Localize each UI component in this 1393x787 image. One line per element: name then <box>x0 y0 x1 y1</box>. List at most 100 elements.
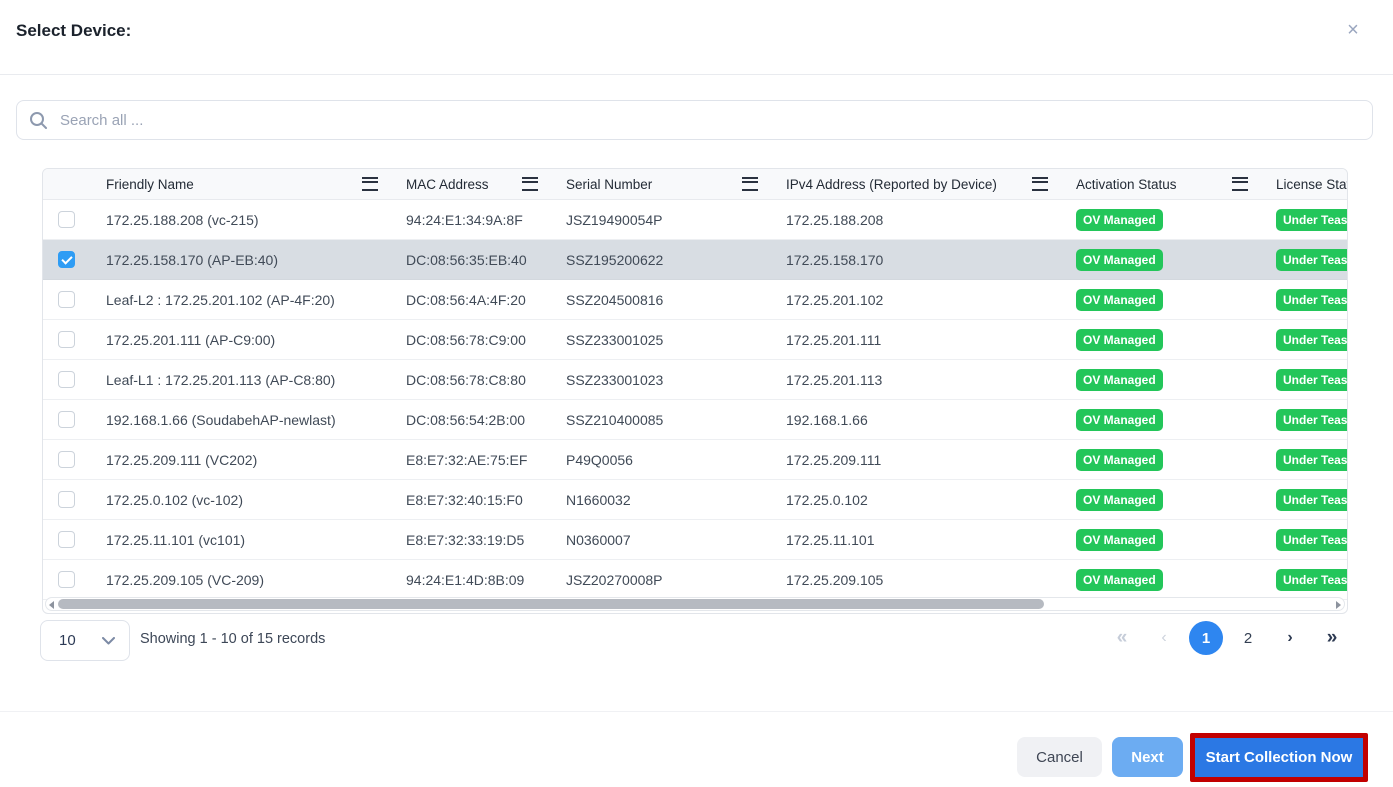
activation-status-badge: OV Managed <box>1076 369 1163 391</box>
pagination-page-2[interactable]: 2 <box>1231 621 1265 655</box>
cell-friendly-name: 172.25.209.111 (VC202) <box>106 452 406 468</box>
cell-ipv4-address: 172.25.0.102 <box>786 492 1076 508</box>
cell-friendly-name: 172.25.188.208 (vc-215) <box>106 212 406 228</box>
header-checkbox-column <box>43 169 106 199</box>
pagination-first-button[interactable]: « <box>1105 621 1139 655</box>
row-checkbox[interactable] <box>58 291 75 308</box>
cell-ipv4-address: 172.25.209.105 <box>786 572 1076 588</box>
row-checkbox[interactable] <box>58 371 75 388</box>
cell-mac-address: DC:08:56:35:EB:40 <box>406 252 566 268</box>
row-checkbox[interactable] <box>58 491 75 508</box>
activation-status-badge: OV Managed <box>1076 569 1163 591</box>
activation-status-badge: OV Managed <box>1076 489 1163 511</box>
license-status-badge: Under Teaser <box>1276 409 1348 431</box>
cell-mac-address: E8:E7:32:40:15:F0 <box>406 492 566 508</box>
cell-serial-number: SSZ233001023 <box>566 372 786 388</box>
row-checkbox[interactable] <box>58 211 75 228</box>
pagination: « ‹ 1 2 › » <box>1105 620 1349 656</box>
license-status-badge: Under Teaser <box>1276 369 1348 391</box>
row-checkbox[interactable] <box>58 331 75 348</box>
table-row[interactable]: Leaf-L1 : 172.25.201.113 (AP-C8:80) DC:0… <box>43 360 1347 400</box>
table-row-selected[interactable]: 172.25.158.170 (AP-EB:40) DC:08:56:35:EB… <box>43 240 1347 280</box>
header-ipv4-address[interactable]: IPv4 Address (Reported by Device) <box>786 169 1076 199</box>
cell-serial-number: P49Q0056 <box>566 452 786 468</box>
table-row[interactable]: 172.25.0.102 (vc-102) E8:E7:32:40:15:F0 … <box>43 480 1347 520</box>
license-status-badge: Under Teaser <box>1276 449 1348 471</box>
search-input[interactable] <box>58 111 1360 130</box>
highlight-annotation-box: Start Collection Now <box>1190 733 1368 782</box>
license-status-badge: Under Teaser <box>1276 529 1348 551</box>
cell-mac-address: 94:24:E1:4D:8B:09 <box>406 572 566 588</box>
cell-serial-number: JSZ19490054P <box>566 212 786 228</box>
header-activation-status[interactable]: Activation Status <box>1076 169 1276 199</box>
table-row[interactable]: 172.25.209.111 (VC202) E8:E7:32:AE:75:EF… <box>43 440 1347 480</box>
row-checkbox[interactable] <box>58 531 75 548</box>
activation-status-badge: OV Managed <box>1076 529 1163 551</box>
scrollbar-thumb[interactable] <box>58 599 1044 609</box>
pagination-next-button[interactable]: › <box>1273 621 1307 655</box>
scroll-right-arrow-icon[interactable] <box>1336 601 1341 609</box>
table-row[interactable]: Leaf-L2 : 172.25.201.102 (AP-4F:20) DC:0… <box>43 280 1347 320</box>
start-collection-now-button[interactable]: Start Collection Now <box>1195 738 1363 777</box>
dialog-header: Select Device: × <box>0 0 1393 75</box>
header-friendly-name[interactable]: Friendly Name <box>106 169 406 199</box>
cell-ipv4-address: 172.25.188.208 <box>786 212 1076 228</box>
records-summary: Showing 1 - 10 of 15 records <box>140 631 325 647</box>
cell-serial-number: SSZ204500816 <box>566 292 786 308</box>
cancel-button[interactable]: Cancel <box>1017 737 1102 777</box>
cell-serial-number: SSZ233001025 <box>566 332 786 348</box>
cell-ipv4-address: 192.168.1.66 <box>786 412 1076 428</box>
cell-friendly-name: 172.25.11.101 (vc101) <box>106 532 406 548</box>
cell-friendly-name: 172.25.158.170 (AP-EB:40) <box>106 252 406 268</box>
header-serial-number[interactable]: Serial Number <box>566 169 786 199</box>
cell-serial-number: SSZ195200622 <box>566 252 786 268</box>
page-size-select[interactable]: 10 <box>40 620 130 661</box>
row-checkbox[interactable] <box>58 571 75 588</box>
column-menu-icon[interactable] <box>1032 177 1048 191</box>
activation-status-badge: OV Managed <box>1076 289 1163 311</box>
cell-ipv4-address: 172.25.11.101 <box>786 532 1076 548</box>
license-status-badge: Under Teaser <box>1276 289 1348 311</box>
table-row[interactable]: 172.25.11.101 (vc101) E8:E7:32:33:19:D5 … <box>43 520 1347 560</box>
activation-status-badge: OV Managed <box>1076 329 1163 351</box>
row-checkbox[interactable] <box>58 451 75 468</box>
activation-status-badge: OV Managed <box>1076 409 1163 431</box>
cell-friendly-name: 172.25.209.105 (VC-209) <box>106 572 406 588</box>
cell-mac-address: DC:08:56:78:C9:00 <box>406 332 566 348</box>
row-checkbox[interactable] <box>58 411 75 428</box>
pagination-last-button[interactable]: » <box>1315 621 1349 655</box>
cell-ipv4-address: 172.25.158.170 <box>786 252 1076 268</box>
close-icon[interactable]: × <box>1341 18 1365 42</box>
cell-serial-number: N0360007 <box>566 532 786 548</box>
cell-mac-address: DC:08:56:4A:4F:20 <box>406 292 566 308</box>
cell-friendly-name: Leaf-L1 : 172.25.201.113 (AP-C8:80) <box>106 372 406 388</box>
device-table: Friendly Name MAC Address Serial Number … <box>42 168 1348 614</box>
cell-friendly-name: 192.168.1.66 (SoudabehAP-newlast) <box>106 412 406 428</box>
next-button[interactable]: Next <box>1112 737 1183 777</box>
actions-divider <box>0 711 1393 712</box>
table-row[interactable]: 172.25.188.208 (vc-215) 94:24:E1:34:9A:8… <box>43 200 1347 240</box>
pagination-prev-button[interactable]: ‹ <box>1147 621 1181 655</box>
scroll-left-arrow-icon[interactable] <box>49 601 54 609</box>
activation-status-badge: OV Managed <box>1076 449 1163 471</box>
column-menu-icon[interactable] <box>742 177 758 191</box>
column-menu-icon[interactable] <box>362 177 378 191</box>
cell-ipv4-address: 172.25.201.102 <box>786 292 1076 308</box>
chevron-down-icon <box>102 637 115 645</box>
table-row[interactable]: 172.25.201.111 (AP-C9:00) DC:08:56:78:C9… <box>43 320 1347 360</box>
cell-friendly-name: 172.25.0.102 (vc-102) <box>106 492 406 508</box>
header-license-status[interactable]: License Status <box>1276 169 1348 199</box>
cell-ipv4-address: 172.25.209.111 <box>786 452 1076 468</box>
header-mac-address[interactable]: MAC Address <box>406 169 566 199</box>
pagination-page-1[interactable]: 1 <box>1189 621 1223 655</box>
cell-mac-address: 94:24:E1:34:9A:8F <box>406 212 566 228</box>
cell-mac-address: E8:E7:32:33:19:D5 <box>406 532 566 548</box>
table-row[interactable]: 172.25.209.105 (VC-209) 94:24:E1:4D:8B:0… <box>43 560 1347 600</box>
search-icon <box>29 111 48 130</box>
table-row[interactable]: 192.168.1.66 (SoudabehAP-newlast) DC:08:… <box>43 400 1347 440</box>
column-menu-icon[interactable] <box>1232 177 1248 191</box>
horizontal-scrollbar[interactable] <box>45 597 1345 611</box>
cell-friendly-name: 172.25.201.111 (AP-C9:00) <box>106 332 406 348</box>
row-checkbox-checked[interactable] <box>58 251 75 268</box>
column-menu-icon[interactable] <box>522 177 538 191</box>
